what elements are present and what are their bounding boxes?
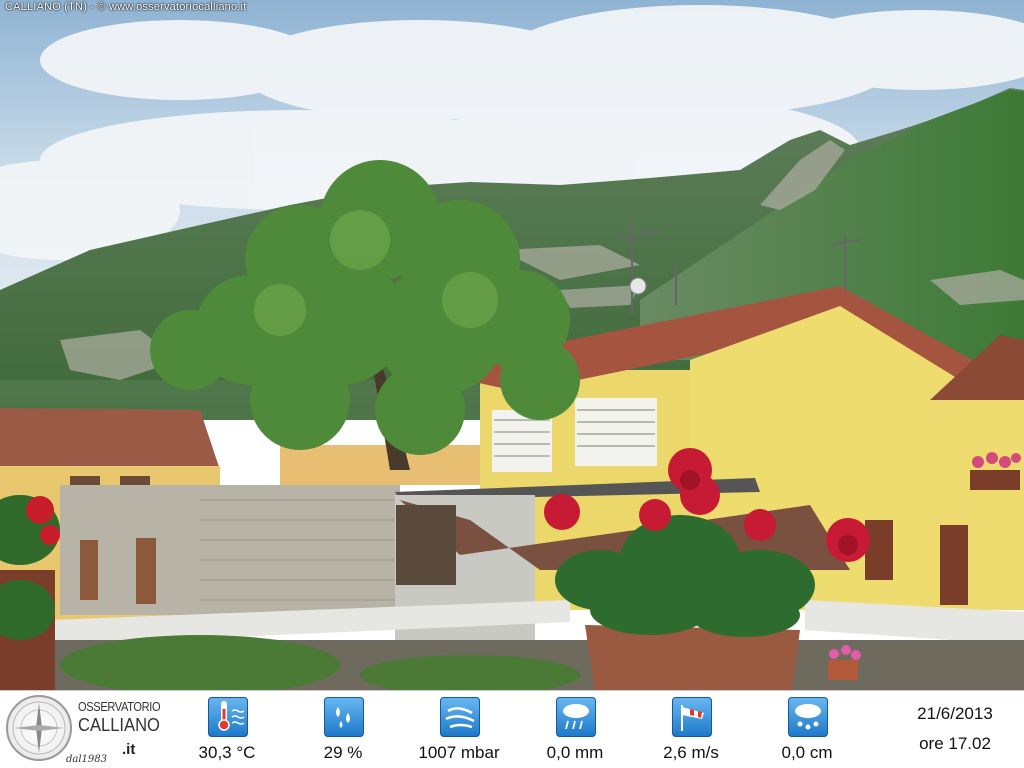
humidity-drops-icon [324, 697, 364, 737]
weather-bar: OSSERVATORIO CALLIANO .it dal1983 30,3 °… [0, 690, 1024, 768]
time-text: ore 17.02 [919, 734, 991, 753]
compass-rose-icon [6, 695, 72, 761]
date-text: 21/6/2013 [917, 704, 993, 723]
small-flower-pot [828, 645, 861, 680]
humidity-value: 29 % [323, 743, 363, 762]
wind-reading: 2,6 m/s [636, 691, 746, 768]
logo-line-since: dal1983 [66, 754, 108, 765]
camera-caption: CALLIANO (TN) - © www.osservatoriocallia… [5, 1, 247, 13]
rainfall-value: 0,0 mm [546, 743, 604, 762]
windsock-icon [672, 697, 712, 737]
webcam-image: CALLIANO (TN) - © www.osservatoriocallia… [0, 0, 1024, 690]
humidity-reading: 29 % [288, 691, 398, 768]
temperature-value: 30,3 °C [198, 743, 256, 762]
logo-line-domain: .it [122, 741, 136, 758]
pressure-reading: 1007 mbar [404, 691, 514, 768]
logo-line-calliano: CALLIANO [78, 715, 160, 735]
wind-value: 2,6 m/s [663, 743, 719, 762]
timestamp: 21/6/2013 ore 17.02 [886, 691, 1024, 768]
pressure-icon [440, 697, 480, 737]
left-geraniums [0, 495, 60, 690]
snow-value: 0,0 cm [781, 743, 833, 762]
pressure-value: 1007 mbar [418, 743, 500, 762]
snow-cloud-icon [788, 697, 828, 737]
observatory-logo[interactable]: OSSERVATORIO CALLIANO .it dal1983 [0, 691, 170, 768]
thermometer-icon [208, 697, 248, 737]
temperature-reading: 30,3 °C [172, 691, 282, 768]
rain-cloud-icon [556, 697, 596, 737]
snow-reading: 0,0 cm [752, 691, 862, 768]
logo-line-observatory: OSSERVATORIO [78, 699, 161, 714]
rainfall-reading: 0,0 mm [520, 691, 630, 768]
